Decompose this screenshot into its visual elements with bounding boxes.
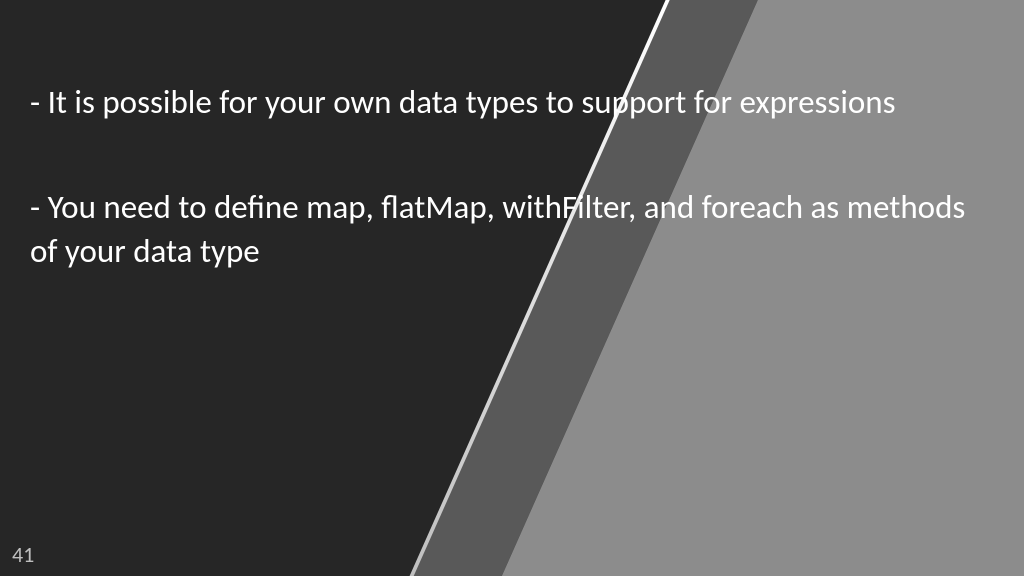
bullet-item: - It is possible for your own data types… — [30, 80, 994, 125]
bullet-item: - You need to define map, flatMap, withF… — [30, 185, 994, 274]
page-number: 41 — [12, 541, 34, 568]
slide-content: - It is possible for your own data types… — [0, 0, 1024, 274]
